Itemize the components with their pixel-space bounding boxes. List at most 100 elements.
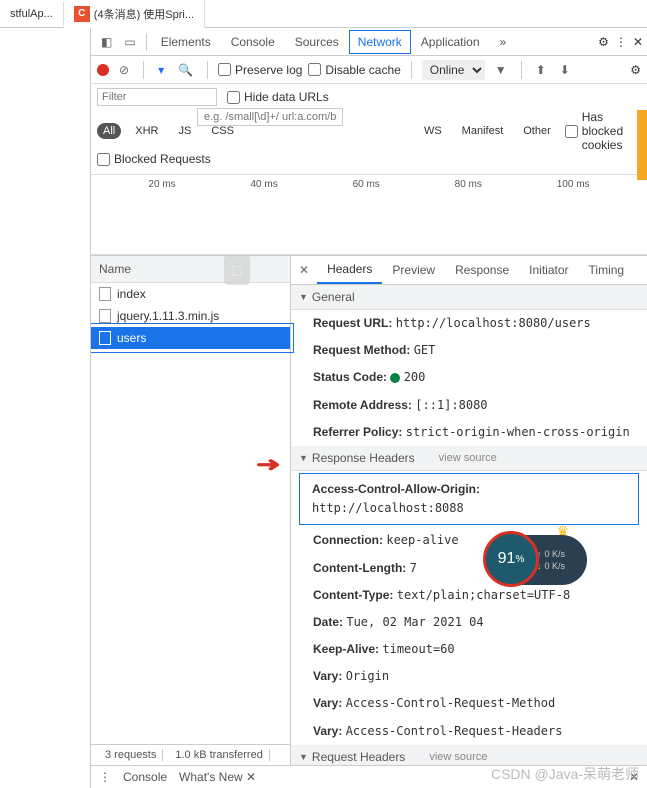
- section-response-headers[interactable]: ▼Response Headersview source: [291, 446, 647, 471]
- filter-other[interactable]: Other: [517, 123, 557, 139]
- drawer-tab-console[interactable]: Console: [123, 770, 167, 784]
- download-icon[interactable]: ⬇: [556, 61, 574, 79]
- tab-label: (4条消息) 使用Spri...: [94, 6, 194, 22]
- kebab-icon[interactable]: ⋮: [615, 35, 627, 49]
- kv-request-url: Request URL: http://localhost:8080/users: [291, 310, 647, 337]
- network-toolbar: ⊘ ▾ 🔍 Preserve log Disable cache Online …: [91, 56, 647, 84]
- tab-timing[interactable]: Timing: [579, 257, 635, 283]
- vip-overlay: ♛ 91% ↑0 K/s ↓0 K/s: [487, 535, 587, 595]
- download-speed: 0 K/s: [545, 561, 566, 571]
- section-general[interactable]: ▼General: [291, 285, 647, 310]
- tab-network[interactable]: Network: [349, 30, 411, 54]
- filter-all[interactable]: All: [97, 123, 121, 139]
- record-icon[interactable]: [97, 64, 109, 76]
- device-icon[interactable]: ▭: [118, 31, 141, 53]
- tab-preview[interactable]: Preview: [382, 257, 445, 283]
- kv-connection: Connection: keep-alive: [291, 527, 647, 554]
- blocked-requests-checkbox[interactable]: Blocked Requests: [97, 152, 211, 166]
- upload-speed: 0 K/s: [545, 549, 566, 559]
- annotation-arrow-icon: ➜: [256, 452, 281, 477]
- upload-icon[interactable]: ⬆: [532, 61, 550, 79]
- drawer-tab-whatsnew[interactable]: What's New ✕: [179, 770, 256, 784]
- gear-icon[interactable]: ⚙: [630, 63, 641, 77]
- filter-icon[interactable]: ▾: [154, 61, 168, 79]
- section-request-headers[interactable]: ▼Request Headersview source: [291, 745, 647, 765]
- separator: [521, 61, 522, 79]
- separator: [143, 61, 144, 79]
- devtools-tab-bar: ◧ ▭ Elements Console Sources Network App…: [91, 28, 647, 56]
- status-dot-icon: [390, 373, 400, 383]
- throttling-select[interactable]: Online: [422, 60, 485, 80]
- tab-console[interactable]: Console: [221, 29, 285, 55]
- network-filter-bar: Hide data URLs All XHR JS CSS e.g. /smal…: [91, 84, 647, 175]
- request-row-users[interactable]: users: [91, 327, 290, 349]
- network-split: Name index jquery.1.11.3.min.js users 3 …: [91, 255, 647, 765]
- timeline-tick: 60 ms: [353, 179, 380, 190]
- timeline-tick: 80 ms: [455, 179, 482, 190]
- kv-date: Date: Tue, 02 Mar 2021 04: [291, 609, 647, 636]
- timeline-tick: 40 ms: [251, 179, 278, 190]
- hide-data-urls-checkbox[interactable]: Hide data URLs: [227, 90, 329, 104]
- filter-input[interactable]: [97, 88, 217, 106]
- kv-vary-2: Vary: Access-Control-Request-Method: [291, 690, 647, 717]
- browser-tab-1[interactable]: stfulAp...: [0, 2, 64, 26]
- tab-label: stfulAp...: [10, 8, 53, 20]
- kv-referrer-policy: Referrer Policy: strict-origin-when-cros…: [291, 419, 647, 446]
- kv-vary-1: Vary: Origin: [291, 663, 647, 690]
- watermark: CSDN @Java-呆萌老师: [491, 764, 639, 784]
- request-count: 3 requests: [99, 749, 163, 761]
- kv-access-control-allow-origin: Access-Control-Allow-Origin: http://loca…: [310, 476, 628, 522]
- column-name[interactable]: Name: [91, 256, 290, 283]
- request-row-index[interactable]: index: [91, 283, 290, 305]
- blocked-cookies-checkbox[interactable]: Has blocked cookies: [565, 110, 641, 152]
- tab-headers[interactable]: Headers: [317, 256, 382, 284]
- preserve-log-checkbox[interactable]: Preserve log: [218, 63, 302, 77]
- browser-tab-2[interactable]: C (4条消息) 使用Spri...: [64, 0, 205, 28]
- filter-js[interactable]: JS: [172, 123, 197, 139]
- kebab-icon[interactable]: ⋮: [99, 770, 111, 784]
- close-icon[interactable]: ✕: [291, 257, 317, 283]
- view-source-link[interactable]: view source: [439, 452, 497, 464]
- scrollbar-indicator: [637, 110, 647, 180]
- kv-request-method: Request Method: GET: [291, 337, 647, 364]
- devtools-panel: ◧ ▭ Elements Console Sources Network App…: [90, 28, 647, 788]
- separator: [207, 61, 208, 79]
- clear-icon[interactable]: ⊘: [115, 61, 133, 79]
- inspect-icon[interactable]: ◧: [95, 31, 118, 53]
- kv-status-code: Status Code: 200: [291, 364, 647, 391]
- tab-sources[interactable]: Sources: [285, 29, 349, 55]
- tab-initiator[interactable]: Initiator: [519, 257, 578, 283]
- gear-icon[interactable]: ⚙: [598, 35, 609, 49]
- separator: [146, 33, 147, 51]
- request-row-jquery[interactable]: jquery.1.11.3.min.js: [91, 305, 290, 327]
- highlight-cors-header: Access-Control-Allow-Origin: http://loca…: [299, 473, 639, 525]
- detail-tab-bar: ✕ Headers Preview Response Initiator Tim…: [291, 256, 647, 285]
- tab-response[interactable]: Response: [445, 257, 519, 283]
- kv-content-length: Content-Length: 7: [291, 555, 647, 582]
- close-icon[interactable]: ✕: [633, 35, 643, 49]
- tab-more[interactable]: »: [490, 29, 517, 55]
- kv-remote-address: Remote Address: [::1]:8080: [291, 392, 647, 419]
- file-icon: [99, 331, 111, 345]
- kv-keep-alive: Keep-Alive: timeout=60: [291, 636, 647, 663]
- timeline-tick: 100 ms: [557, 179, 590, 190]
- kv-vary-3: Vary: Access-Control-Request-Headers: [291, 718, 647, 745]
- search-icon[interactable]: 🔍: [174, 61, 197, 79]
- transfer-size: 1.0 kB transferred: [169, 749, 269, 761]
- request-list: Name index jquery.1.11.3.min.js users 3 …: [91, 256, 291, 765]
- network-timeline[interactable]: 20 ms 40 ms 60 ms 80 ms 100 ms: [91, 175, 647, 255]
- tab-application[interactable]: Application: [411, 29, 490, 55]
- vip-percent-circle: 91%: [483, 531, 539, 587]
- csdn-icon: C: [74, 6, 90, 22]
- view-source-link[interactable]: view source: [429, 751, 487, 763]
- disable-cache-checkbox[interactable]: Disable cache: [308, 63, 400, 77]
- tab-elements[interactable]: Elements: [151, 29, 221, 55]
- chevron-down-icon: ▼: [299, 453, 308, 463]
- chevron-down-icon[interactable]: ▼: [491, 61, 511, 79]
- filter-manifest[interactable]: Manifest: [456, 123, 510, 139]
- filter-ws[interactable]: WS: [418, 123, 448, 139]
- file-icon: [99, 309, 111, 323]
- filter-xhr[interactable]: XHR: [129, 123, 164, 139]
- chevron-down-icon: ▼: [299, 752, 308, 762]
- browser-tab-strip: stfulAp... C (4条消息) 使用Spri...: [0, 0, 647, 28]
